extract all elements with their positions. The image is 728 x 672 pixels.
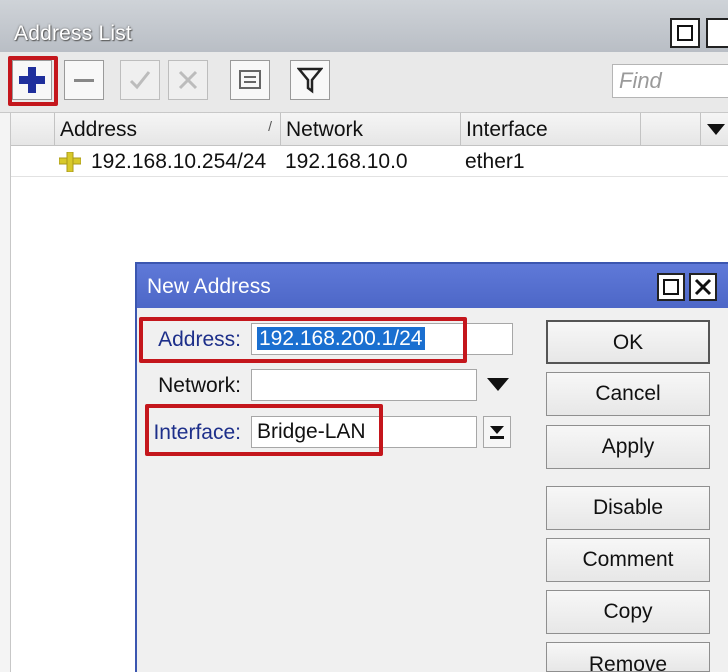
x-icon [178, 70, 198, 90]
enable-button[interactable] [120, 60, 160, 100]
window-titlebar[interactable]: Address List [0, 0, 728, 52]
new-address-dialog: New Address Address: 192.168.200.1/24 Ne… [135, 262, 728, 672]
filter-icon [297, 67, 323, 94]
maximize-icon [663, 279, 679, 295]
interface-dropdown-button[interactable] [483, 416, 511, 448]
dialog-titlebar[interactable]: New Address [137, 264, 728, 308]
disable-button[interactable] [168, 60, 208, 100]
check-icon [129, 71, 151, 90]
minus-icon [74, 79, 94, 82]
columns-dropdown-icon[interactable] [707, 123, 725, 141]
network-label: Network: [158, 374, 241, 397]
network-input[interactable] [251, 369, 477, 401]
dialog-title: New Address [147, 275, 271, 298]
note-icon [239, 70, 261, 89]
ok-button[interactable]: OK [546, 320, 710, 364]
cell-network: 192.168.10.0 [285, 150, 408, 173]
add-button-highlight [8, 56, 58, 106]
interface-highlight [145, 404, 383, 456]
maximize-icon [677, 25, 693, 41]
dialog-close-button[interactable] [689, 273, 717, 301]
remove-button[interactable] [64, 60, 104, 100]
disable-button-dialog[interactable]: Disable [546, 486, 710, 530]
remove-button-dialog[interactable]: Remove [546, 642, 710, 672]
cell-address: 192.168.10.254/24 [91, 150, 267, 173]
copy-button[interactable]: Copy [546, 590, 710, 634]
find-input[interactable]: Find [612, 64, 728, 98]
column-header-interface[interactable]: Interface [461, 113, 641, 145]
close-button[interactable] [706, 18, 728, 48]
apply-button[interactable]: Apply [546, 425, 710, 469]
column-header-extra[interactable] [641, 113, 701, 145]
address-list-window: Address List Find Address / Network Inte… [0, 0, 728, 672]
network-dropdown-icon[interactable] [487, 378, 509, 397]
comment-button[interactable] [230, 60, 270, 100]
filter-button[interactable] [290, 60, 330, 100]
table-row[interactable]: 192.168.10.254/24 192.168.10.0 ether1 [11, 146, 728, 177]
dropdown-arrow-icon [490, 426, 504, 439]
address-entry-icon [58, 151, 82, 177]
close-icon [694, 278, 712, 296]
toolbar: Find [0, 52, 728, 113]
column-header-address[interactable]: Address / [55, 113, 281, 145]
sort-indicator-icon: / [268, 118, 272, 134]
column-header-network[interactable]: Network [281, 113, 461, 145]
maximize-button[interactable] [670, 18, 700, 48]
table-header: Address / Network Interface [11, 113, 728, 146]
comment-button-dialog[interactable]: Comment [546, 538, 710, 582]
cell-interface: ether1 [465, 150, 525, 173]
cancel-button[interactable]: Cancel [546, 372, 710, 416]
address-highlight [139, 317, 467, 363]
dialog-maximize-button[interactable] [657, 273, 685, 301]
window-title: Address List [14, 22, 132, 45]
column-header-flags[interactable] [11, 113, 55, 145]
